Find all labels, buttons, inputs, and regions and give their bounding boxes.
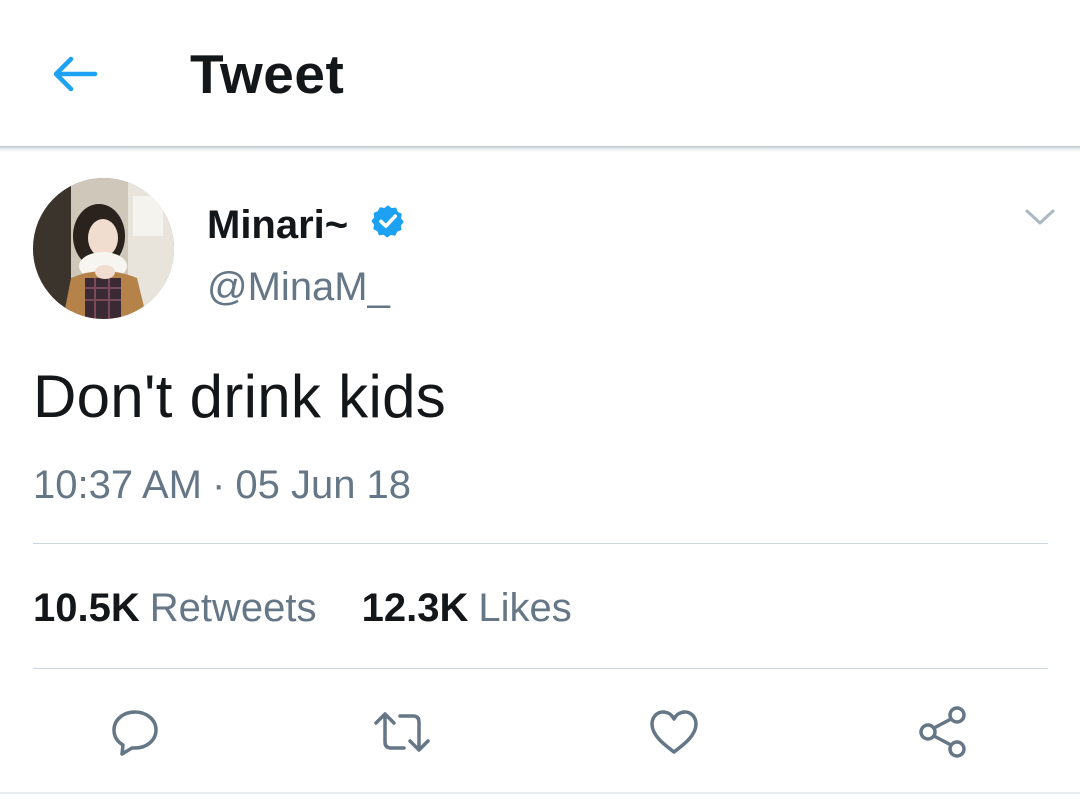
like-button[interactable] xyxy=(644,702,704,762)
header-divider xyxy=(0,146,1080,152)
avatar[interactable] xyxy=(33,178,174,319)
verified-badge-icon xyxy=(371,205,404,238)
author-name[interactable]: Minari~ xyxy=(207,203,348,248)
chevron-down-icon xyxy=(1025,209,1055,225)
retweet-button[interactable] xyxy=(372,702,432,762)
tweet-time: 10:37 AM xyxy=(33,463,203,507)
retweets-label: Retweets xyxy=(149,586,317,630)
retweets-stat[interactable]: 10.5K Retweets xyxy=(33,586,317,631)
retweet-icon xyxy=(374,712,430,752)
avatar-photo xyxy=(33,178,174,319)
reply-button[interactable] xyxy=(105,702,165,762)
heart-icon xyxy=(650,710,698,754)
divider xyxy=(33,668,1048,669)
share-button[interactable] xyxy=(914,702,974,762)
meta-separator: · xyxy=(212,463,226,507)
arrow-left-icon xyxy=(53,56,98,92)
tweet-timestamp: 10:37 AM · 05 Jun 18 xyxy=(33,463,411,508)
retweets-count: 10.5K xyxy=(33,586,140,630)
tweet-screen: Tweet Minari~ @MinaM_ Don't drink kids 1… xyxy=(0,0,1080,799)
bottom-divider xyxy=(0,792,1080,794)
likes-count: 12.3K xyxy=(361,586,469,630)
tweet-date: 05 Jun 18 xyxy=(235,463,412,507)
likes-stat[interactable]: 12.3K Likes xyxy=(362,586,572,631)
share-icon xyxy=(919,706,966,758)
page-title: Tweet xyxy=(190,43,345,105)
top-app-bar: Tweet xyxy=(0,0,1080,147)
tweet-options-button[interactable] xyxy=(1020,200,1060,234)
tweet-text: Don't drink kids xyxy=(33,363,447,430)
tweet-stats: 10.5K Retweets 12.3K Likes xyxy=(33,586,572,631)
reply-bubble-icon xyxy=(112,710,158,756)
likes-label: Likes xyxy=(478,586,572,630)
back-button[interactable] xyxy=(46,50,102,98)
divider xyxy=(33,543,1048,544)
author-handle[interactable]: @MinaM_ xyxy=(207,265,390,310)
